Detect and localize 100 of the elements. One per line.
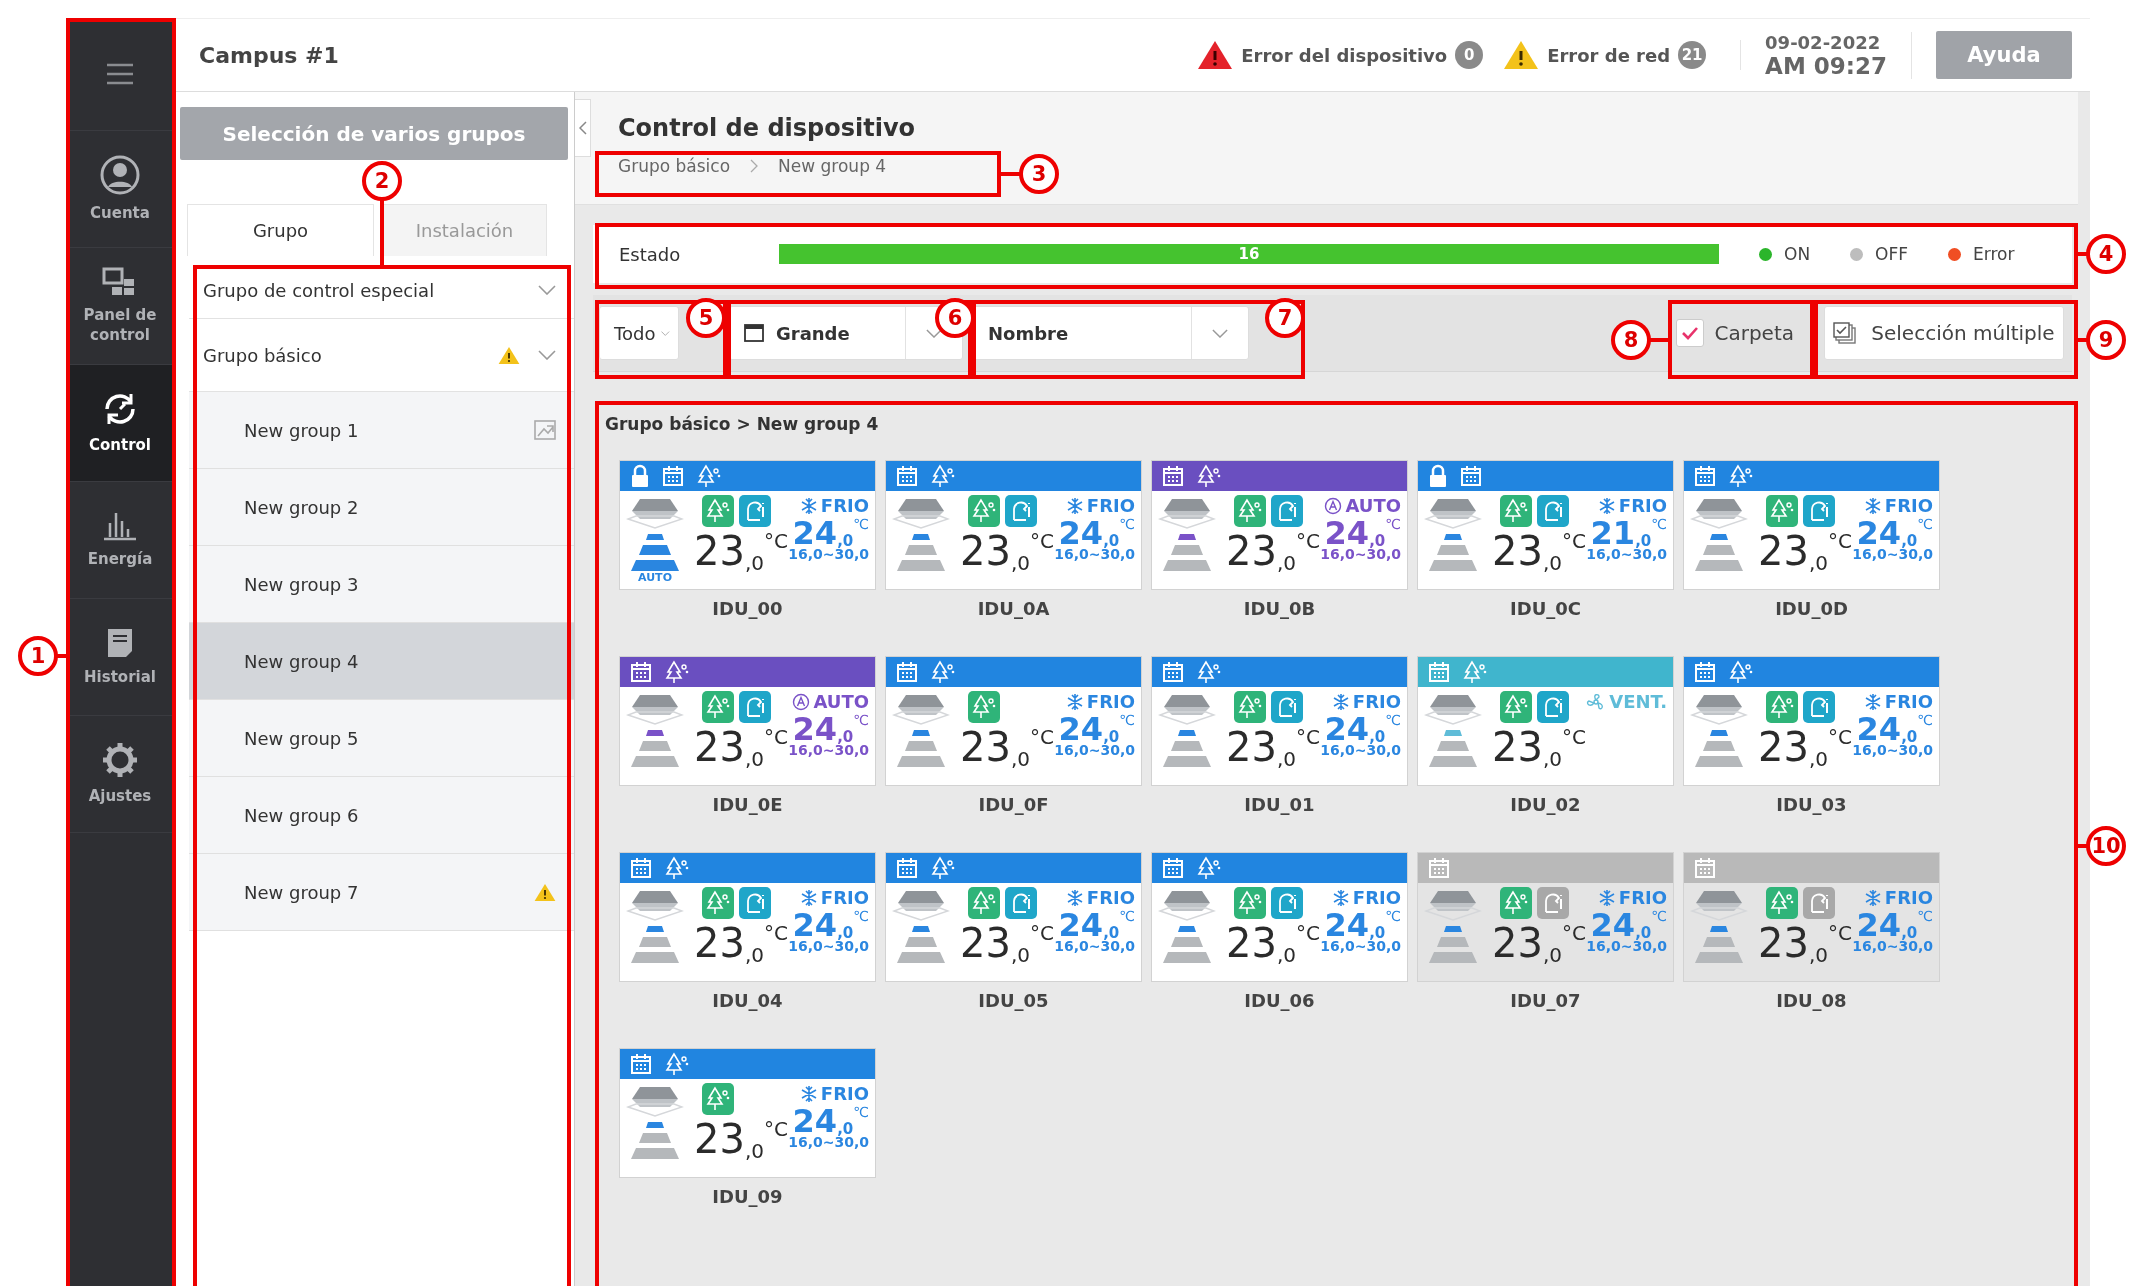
device-error-label: Error del dispositivo — [1241, 44, 1448, 66]
calendar-icon — [1694, 857, 1716, 879]
section-title: Control de dispositivo — [618, 114, 916, 142]
group-list-item[interactable]: New group 5 — [189, 700, 574, 777]
setpoint-temperature: 24 — [1856, 516, 1902, 550]
group-list-item[interactable]: New group 1 — [189, 392, 574, 469]
cassette-unit-icon — [1690, 693, 1748, 725]
temperature-unit: ℃ — [1651, 516, 1667, 532]
group-list-item[interactable]: New group 7 — [189, 854, 574, 931]
temperature-unit: ℃ — [853, 712, 869, 728]
breadcrumb-link[interactable]: Grupo básico — [618, 156, 731, 176]
warning-icon — [1197, 40, 1234, 70]
mode-label: FRIO — [1884, 887, 1933, 908]
tree-icon — [702, 887, 734, 919]
current-temperature: 23 — [1758, 921, 1809, 965]
setpoint-temperature: 24 — [792, 1104, 838, 1138]
folder-checkbox[interactable]: Carpeta — [1656, 319, 1814, 347]
sort-dropdown[interactable]: Nombre — [973, 306, 1249, 360]
temperature-unit: °C — [1562, 531, 1586, 551]
device-name: IDU_03 — [1776, 794, 1847, 817]
setpoint-temperature: 24 — [1058, 516, 1104, 550]
menu-icon[interactable] — [106, 63, 134, 85]
setpoint-temperature: 24 — [1324, 712, 1370, 746]
temperature-unit: ℃ — [1385, 908, 1401, 924]
temperature-unit: °C — [1562, 923, 1586, 943]
temperature-unit: ℃ — [853, 516, 869, 532]
current-temperature: 23 — [1226, 725, 1277, 769]
setpoint-temperature: 24 — [1856, 712, 1902, 746]
calendar-icon — [1162, 857, 1184, 879]
current-temperature: 23 — [960, 921, 1011, 965]
current-temperature-decimal: ,0 — [1010, 553, 1030, 573]
device-name: IDU_00 — [712, 598, 783, 621]
collapse-handle[interactable] — [575, 99, 591, 157]
sidebar-item[interactable]: Energía — [68, 482, 172, 599]
cassette-unit-icon — [626, 693, 684, 725]
callout-number: 10 — [2086, 826, 2126, 866]
status-bar-fill: 16 — [779, 244, 1719, 264]
network-error-count: 21 — [1678, 41, 1707, 69]
sidebar-item[interactable]: Ajustes — [68, 716, 172, 833]
group-list-item[interactable]: New group 6 — [189, 777, 574, 854]
cassette-unit-icon — [626, 889, 684, 921]
snowflake-icon — [1331, 888, 1350, 907]
temperature-unit: ℃ — [853, 908, 869, 924]
tree-icon — [1766, 691, 1798, 723]
breadcrumb-link[interactable]: New group 4 — [778, 156, 887, 176]
sidebar-item[interactable]: Historial — [68, 599, 172, 716]
mode-label: FRIO — [1086, 495, 1135, 516]
tree-icon — [1234, 887, 1266, 919]
tab[interactable]: Grupo — [187, 204, 374, 256]
group-label: Grupo básico — [203, 344, 323, 366]
temperature-unit: ℃ — [1385, 516, 1401, 532]
sidebar-item[interactable]: Control — [68, 365, 172, 482]
cassette-unit-icon — [626, 497, 684, 529]
filter-dropdown[interactable]: Todo — [599, 306, 679, 360]
settings-icon — [102, 742, 138, 778]
group-list-item[interactable]: New group 2 — [189, 469, 574, 546]
tree-icon — [968, 887, 1000, 919]
group-label: Grupo de control especial — [203, 279, 436, 301]
snowflake-icon — [1331, 692, 1350, 711]
setpoint-temperature: 21 — [1590, 516, 1636, 550]
cassette-unit-icon — [1690, 497, 1748, 529]
temperature-unit: °C — [1030, 923, 1054, 943]
multi-select-button[interactable]: Selección múltiple — [1824, 306, 2064, 360]
cassette-unit-icon — [1424, 889, 1482, 921]
temperature-unit: °C — [764, 1119, 788, 1139]
current-temperature: 23 — [960, 725, 1011, 769]
snowflake-icon — [1065, 496, 1084, 515]
temperature-unit: °C — [1296, 531, 1320, 551]
current-temperature: 23 — [1758, 725, 1809, 769]
group-list-item[interactable]: New group 4 — [189, 623, 574, 700]
temperature-unit: ℃ — [1651, 908, 1667, 924]
current-temperature-decimal: ,0 — [1010, 945, 1030, 965]
checkbox[interactable] — [1676, 319, 1705, 347]
temperature-unit: °C — [764, 531, 788, 551]
callout-number: 9 — [2086, 320, 2126, 360]
temperature-unit: ℃ — [1385, 712, 1401, 728]
temperature-unit: °C — [764, 727, 788, 747]
setpoint-temperature: 24 — [1058, 712, 1104, 746]
sidebar-item[interactable]: Cuenta — [68, 131, 172, 248]
temperature-unit: °C — [1828, 531, 1852, 551]
mode-label: FRIO — [1086, 887, 1135, 908]
device-name: IDU_0C — [1510, 598, 1581, 621]
device-name: IDU_01 — [1244, 794, 1315, 817]
legend-label: ON — [1784, 244, 1811, 264]
temperature-unit: ℃ — [1917, 712, 1933, 728]
time-text: AM 09:27 — [1765, 52, 1887, 79]
current-temperature-decimal: ,0 — [1010, 749, 1030, 769]
current-temperature-decimal: ,0 — [1276, 945, 1296, 965]
current-temperature-decimal: ,0 — [1276, 553, 1296, 573]
temperature-unit: °C — [1030, 727, 1054, 747]
device-name: IDU_0D — [1775, 598, 1848, 621]
device-name: IDU_0E — [712, 794, 783, 817]
device-name: IDU_0F — [978, 794, 1049, 817]
mode-label: FRIO — [820, 1083, 869, 1104]
current-temperature-decimal: ,0 — [1808, 553, 1828, 573]
temperature-unit: °C — [1296, 923, 1320, 943]
calendar-icon — [896, 857, 918, 879]
group-list-item[interactable]: New group 3 — [189, 546, 574, 623]
mode-label: FRIO — [1086, 691, 1135, 712]
current-temperature-decimal: ,0 — [744, 1141, 764, 1161]
